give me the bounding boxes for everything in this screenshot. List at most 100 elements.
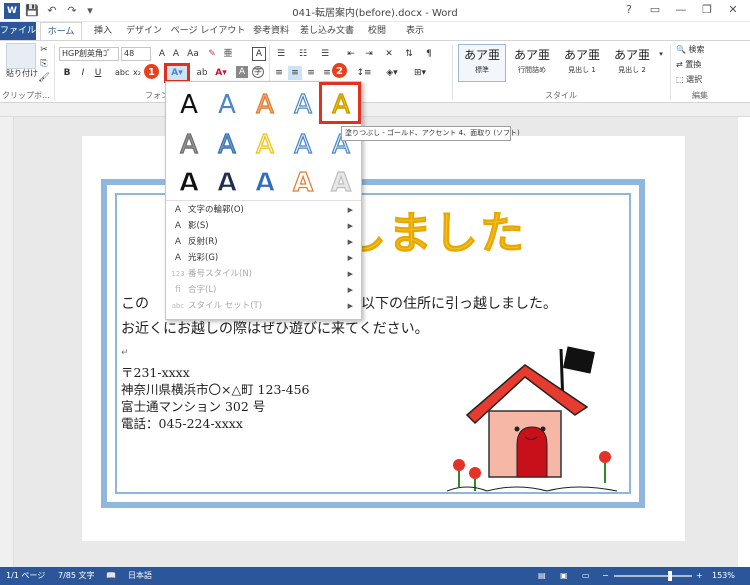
select-icon: ⬚ [676, 75, 687, 84]
font-size-field[interactable]: 48 [121, 47, 151, 61]
text-effect-option-1[interactable]: A [170, 86, 208, 124]
text-effect-option-2[interactable]: A [208, 86, 246, 124]
text-effects-button[interactable]: A▾ [167, 66, 187, 80]
grow-font-icon[interactable]: A [156, 47, 168, 61]
body-line-1-start[interactable]: この [121, 293, 149, 313]
align-left-icon[interactable]: ≡ [272, 66, 286, 80]
font-name-field[interactable]: HGP創英角ｺﾞ [59, 47, 119, 61]
zoom-slider[interactable] [614, 575, 692, 577]
menu-text-outline[interactable]: A 文字の輪郭(O) ▶ [166, 202, 361, 218]
char-shading-icon[interactable]: A [236, 66, 248, 78]
body-line-1-end[interactable]: 以下の住所に引っ越しました。 [361, 293, 557, 313]
tab-file[interactable]: ファイル [0, 22, 36, 40]
text-effect-option-3[interactable]: A [246, 86, 284, 124]
multilevel-list-icon[interactable]: ☰ [318, 47, 332, 61]
underline-icon[interactable]: U [93, 66, 103, 80]
menu-shadow[interactable]: A 影(S) ▶ [166, 218, 361, 234]
menu-stylistic-sets[interactable]: abc スタイル セット(T) ▶ [166, 298, 361, 314]
format-painter-icon[interactable]: 🖌 [38, 71, 50, 85]
increase-indent-icon[interactable]: ⇥ [362, 47, 376, 61]
web-layout-icon[interactable]: ▭ [582, 567, 590, 585]
vertical-ruler[interactable] [0, 117, 14, 567]
help-button[interactable]: ? [616, 0, 642, 20]
text-effect-option-8[interactable]: A [246, 126, 284, 164]
italic-icon[interactable]: I [78, 66, 88, 80]
text-effect-option-13[interactable]: A [246, 164, 284, 202]
text-effect-option-6[interactable]: A [170, 126, 208, 164]
menu-ligatures[interactable]: fi 合字(L) ▶ [166, 282, 361, 298]
tab-insert[interactable]: 挿入 [86, 22, 120, 40]
zoom-out-icon[interactable]: − [602, 567, 609, 585]
borders-icon[interactable]: ⊞▾ [412, 66, 428, 80]
bold-icon[interactable]: B [62, 66, 72, 80]
char-border-icon[interactable]: A [252, 47, 266, 61]
zoom-in-icon[interactable]: + [696, 567, 703, 585]
restore-button[interactable]: ❐ [694, 0, 720, 20]
decrease-indent-icon[interactable]: ⇤ [344, 47, 358, 61]
cut-icon[interactable]: ✂ [38, 43, 50, 57]
text-effect-option-14[interactable]: A [284, 164, 322, 202]
title-text[interactable]: しました [342, 197, 526, 261]
horizontal-ruler[interactable] [0, 103, 750, 117]
tab-design[interactable]: デザイン [122, 22, 166, 40]
minimize-button[interactable]: — [668, 0, 694, 20]
enclose-char-icon[interactable]: 字 [252, 66, 264, 78]
tab-mailings[interactable]: 差し込み文書 [298, 22, 356, 40]
language[interactable]: 日本語 [128, 567, 152, 585]
style-heading-2[interactable]: あア亜 見出し 2 [608, 44, 656, 82]
close-button[interactable]: ✕ [720, 0, 746, 20]
menu-number-style[interactable]: 123 番号スタイル(N) ▶ [166, 266, 361, 282]
zoom-thumb[interactable] [668, 571, 672, 581]
paste-icon[interactable] [6, 43, 36, 69]
address-phone[interactable]: 電話：045-224-xxxx [121, 413, 243, 432]
shading-icon[interactable]: ◈▾ [384, 66, 400, 80]
highlight-color-icon[interactable]: ab [194, 66, 210, 80]
bullets-icon[interactable]: ☰ [274, 47, 288, 61]
show-marks-icon[interactable]: ¶ [422, 47, 436, 61]
strikethrough-icon[interactable]: abc [115, 66, 129, 80]
print-layout-icon[interactable]: ▣ [560, 567, 568, 585]
paste-button-label[interactable]: 貼り付け [2, 67, 42, 81]
line-spacing-icon[interactable]: ↕≡ [356, 66, 372, 80]
select-button[interactable]: ⬚ 選択 [676, 73, 746, 87]
align-center-icon[interactable]: ≡ [288, 66, 302, 80]
zoom-level[interactable]: 153% [712, 567, 735, 585]
tab-review[interactable]: 校閲 [360, 22, 394, 40]
shrink-font-icon[interactable]: A [170, 47, 182, 61]
text-effect-option-4[interactable]: A [284, 86, 322, 124]
phonetic-guide-icon[interactable]: 亜 [222, 47, 234, 61]
clear-format-icon[interactable]: ✎ [206, 47, 218, 61]
style-no-spacing[interactable]: あア亜 行間詰め [508, 44, 556, 82]
style-heading-1[interactable]: あア亜 見出し 1 [558, 44, 606, 82]
house-illustration[interactable] [447, 345, 627, 495]
word-count[interactable]: 7/85 文字 [58, 567, 95, 585]
text-effect-option-12[interactable]: A [208, 164, 246, 202]
asian-layout-icon[interactable]: ✕ [382, 47, 396, 61]
change-case-icon[interactable]: Aa [186, 47, 200, 61]
proofing-icon[interactable]: 📖 [106, 567, 116, 585]
numbering-icon[interactable]: ☷ [296, 47, 310, 61]
ribbon-display-button[interactable]: ▭ [642, 0, 668, 20]
align-right-icon[interactable]: ≡ [304, 66, 318, 80]
read-mode-icon[interactable]: ▤ [538, 567, 546, 585]
sort-icon[interactable]: ⇅ [402, 47, 416, 61]
tab-references[interactable]: 参考資料 [248, 22, 294, 40]
tab-view[interactable]: 表示 [398, 22, 432, 40]
text-effect-option-11[interactable]: A [170, 164, 208, 202]
replace-button[interactable]: ⇄ 置換 [676, 58, 746, 72]
menu-glow[interactable]: A 光彩(G) ▶ [166, 250, 361, 266]
find-button[interactable]: 🔍 検索 [676, 43, 746, 57]
menu-reflection[interactable]: A 反射(R) ▶ [166, 234, 361, 250]
text-effect-option-7[interactable]: A [208, 126, 246, 164]
subscript-icon[interactable]: x₂ [131, 66, 143, 80]
page-count[interactable]: 1/1 ページ [6, 567, 45, 585]
text-effect-option-9[interactable]: A [284, 126, 322, 164]
tab-home[interactable]: ホーム [40, 22, 82, 40]
text-effect-option-15[interactable]: A [322, 164, 360, 202]
style-normal[interactable]: あア亜 標準 [458, 44, 506, 82]
copy-icon[interactable]: ⎘ [38, 57, 50, 71]
styles-more-icon[interactable]: ▾ [657, 47, 665, 61]
font-color-icon[interactable]: A▾ [213, 66, 229, 80]
tab-page-layout[interactable]: ページ レイアウト [170, 22, 246, 40]
body-line-2[interactable]: お近くにお越しの際はぜひ遊びに来てください。 [121, 318, 429, 338]
